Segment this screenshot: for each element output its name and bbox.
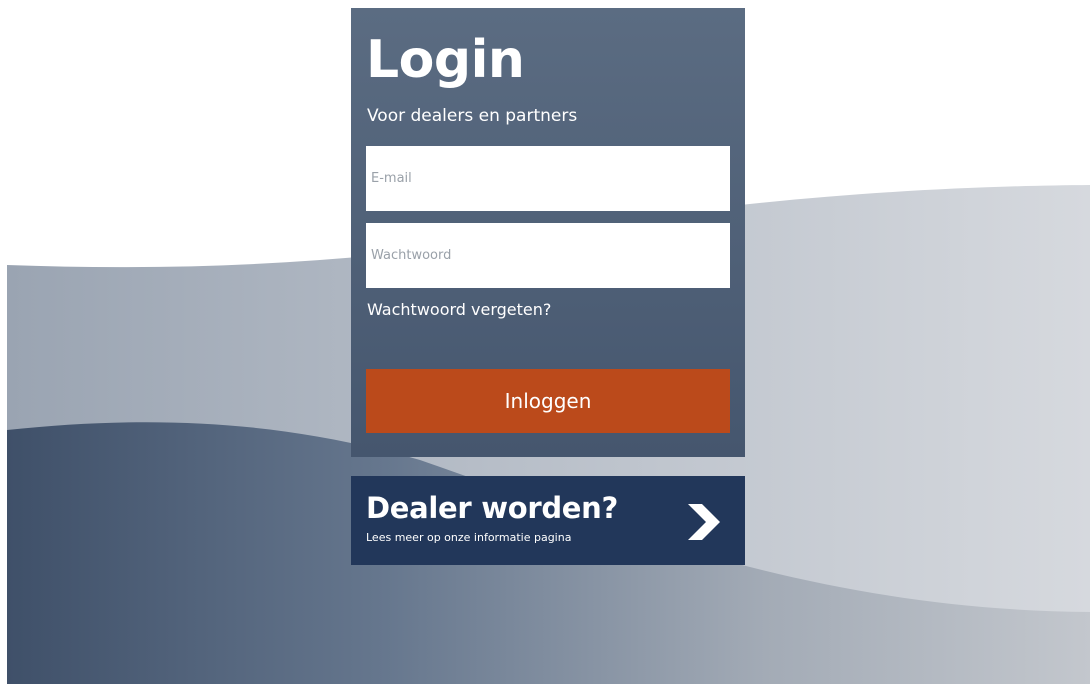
login-button[interactable]: Inloggen (366, 369, 730, 433)
become-dealer-banner[interactable]: Dealer worden? Lees meer op onze informa… (351, 476, 745, 565)
login-card: Login Voor dealers en partners Wachtwoor… (351, 8, 745, 457)
password-field[interactable] (366, 223, 730, 288)
forgot-password-link[interactable]: Wachtwoord vergeten? (367, 299, 551, 321)
login-title: Login (366, 30, 525, 90)
dealer-banner-title: Dealer worden? (366, 491, 619, 525)
login-subtitle: Voor dealers en partners (367, 106, 578, 126)
dealer-banner-subtitle: Lees meer op onze informatie pagina (366, 531, 572, 544)
chevron-right-icon (688, 504, 720, 540)
page-background: Login Voor dealers en partners Wachtwoor… (0, 0, 1090, 684)
email-field[interactable] (366, 146, 730, 211)
